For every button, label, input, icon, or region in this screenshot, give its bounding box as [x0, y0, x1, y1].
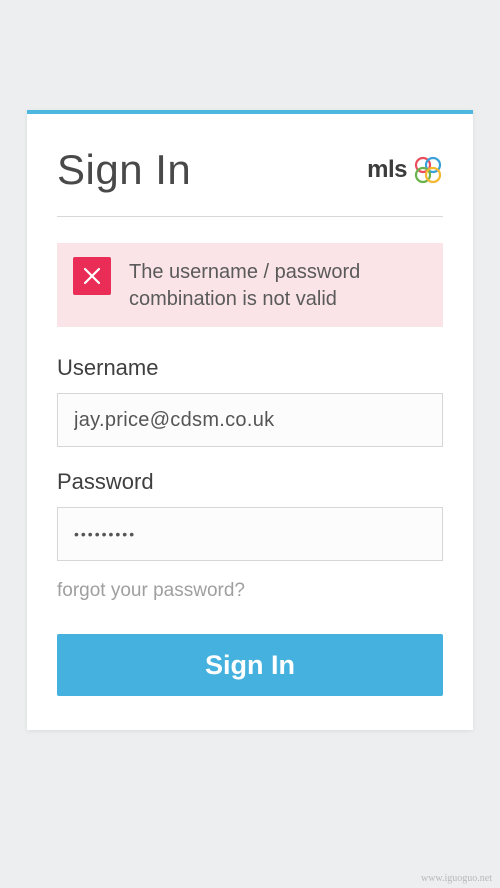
divider	[57, 216, 443, 217]
logo-text: mls	[367, 156, 407, 184]
password-input[interactable]	[57, 507, 443, 561]
password-field-group: Password	[57, 469, 443, 561]
signin-button[interactable]: Sign In	[57, 634, 443, 696]
username-input[interactable]	[57, 393, 443, 447]
username-label: Username	[57, 355, 443, 381]
card-header: Sign In mls	[57, 146, 443, 194]
password-label: Password	[57, 469, 443, 495]
username-field-group: Username	[57, 355, 443, 447]
brand-logo: mls	[367, 155, 443, 185]
forgot-password-link[interactable]: forgot your password?	[57, 580, 245, 602]
signin-card: Sign In mls The username / password comb…	[27, 110, 473, 730]
logo-rings-icon	[413, 155, 443, 185]
watermark-text: www.iguoguo.net	[421, 873, 492, 884]
page-title: Sign In	[57, 146, 191, 194]
error-icon	[73, 257, 111, 295]
error-message: The username / password combination is n…	[129, 257, 427, 313]
error-alert: The username / password combination is n…	[57, 243, 443, 327]
